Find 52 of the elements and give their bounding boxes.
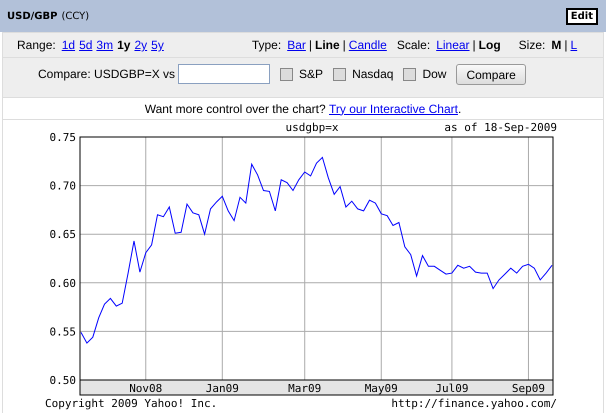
x-tick-label: Sep09 (512, 382, 546, 395)
option-selected[interactable]: Log (478, 36, 501, 54)
checkbox-label: Nasdaq (352, 66, 394, 83)
y-tick-label: 0.55 (50, 325, 76, 338)
checkbox[interactable] (333, 68, 346, 80)
option-selected[interactable]: M (551, 36, 562, 54)
option-link[interactable]: Bar (287, 36, 306, 54)
x-tick-label: May09 (364, 382, 398, 395)
group-label: Range: (17, 37, 56, 54)
x-tick-label: Jan09 (206, 382, 239, 395)
y-tick-label: 0.70 (50, 180, 76, 193)
header-type: (CCY) (61, 10, 90, 24)
x-tick-label: Jul09 (435, 382, 468, 395)
y-tick-label: 0.65 (50, 228, 76, 242)
promo-suffix: . (458, 100, 462, 118)
option-link[interactable]: Linear (436, 36, 470, 54)
separator: | (472, 37, 476, 54)
separator: | (308, 37, 312, 54)
option-link[interactable]: 1d (62, 36, 76, 54)
interactive-chart-link[interactable]: Try our Interactive Chart (329, 100, 458, 118)
x-tick-label: Mar09 (288, 382, 322, 395)
compare-label: Compare: USDGBP=X vs (38, 66, 176, 83)
checkbox-label: Dow (422, 66, 446, 83)
option-link[interactable]: 2y (134, 36, 148, 54)
header-title: USD/GBP (7, 10, 58, 24)
separator: | (564, 37, 568, 54)
option-link[interactable]: Candle (348, 36, 387, 54)
group-label: Scale: (396, 37, 430, 54)
y-tick-label: 0.50 (50, 374, 76, 387)
compare-input[interactable] (178, 64, 270, 84)
option-link[interactable]: 3m (96, 36, 114, 54)
group-label: Size: (518, 37, 546, 54)
checkbox[interactable] (403, 68, 416, 80)
option-selected[interactable]: Line (315, 36, 340, 54)
compare-button[interactable]: Compare (456, 64, 526, 85)
separator: | (342, 37, 346, 54)
as-of-date: as of 18-Sep-2009 (444, 121, 557, 134)
x-tick-label: Nov08 (129, 382, 162, 395)
chart-title: usdgbp=x (286, 121, 338, 134)
option-selected[interactable]: 1y (117, 36, 130, 54)
group-label: Type: (252, 37, 282, 54)
y-tick-label: 0.75 (50, 131, 76, 144)
promo-text: Want more control over the chart? (144, 100, 327, 118)
option-link[interactable]: L (570, 36, 578, 54)
y-tick-label: 0.60 (50, 276, 76, 290)
source-url: http://finance.yahoo.com/ (391, 397, 557, 410)
edit-button[interactable]: Edit (566, 8, 598, 24)
option-link[interactable]: 5y (151, 36, 164, 54)
checkbox-label: S&P (299, 66, 324, 83)
copyright: Copyright 2009 Yahoo! Inc. (45, 397, 218, 410)
checkbox[interactable] (280, 68, 294, 80)
option-link[interactable]: 5d (79, 36, 92, 54)
